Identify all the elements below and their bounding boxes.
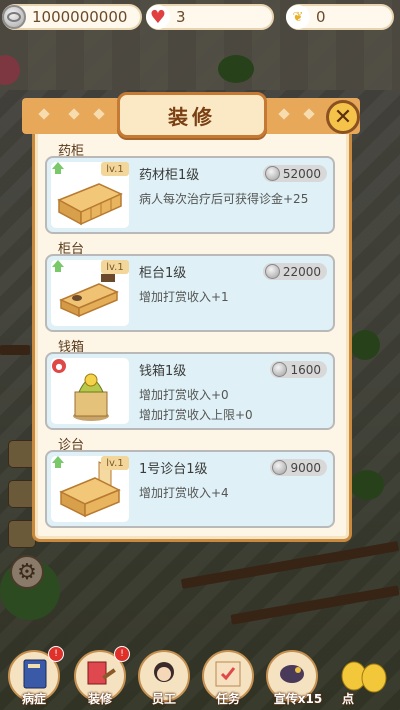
level-badge: lv.1 xyxy=(101,162,129,176)
item-name: 钱箱1级 xyxy=(139,364,187,379)
close-x-icon[interactable]: ✕ xyxy=(326,100,360,134)
silver-coin-icon xyxy=(264,264,280,279)
lock-icon: ● xyxy=(51,358,67,374)
upgrade-price[interactable]: 52000 xyxy=(262,165,327,182)
golden-leaf-icon: ❦ xyxy=(286,5,310,29)
price-value: 22000 xyxy=(282,264,321,279)
upgrade-arrow-icon xyxy=(52,456,64,468)
silver-coin-icon xyxy=(2,5,26,29)
item-name: 柜台1级 xyxy=(139,266,187,281)
leaf-counter: ❦ 0 xyxy=(286,4,394,30)
nav-label-dian: 点 xyxy=(341,692,354,706)
notification-badge: ! xyxy=(48,646,64,662)
silver-coin-icon xyxy=(272,460,288,475)
silver-coin-icon xyxy=(264,166,280,181)
heart-value: 3 xyxy=(176,8,186,26)
dialog-title: 装修 xyxy=(168,104,216,129)
item-description-2: 增加打赏收入上限+0 xyxy=(139,408,253,422)
item-description: 增加打赏收入+0 xyxy=(139,388,229,402)
price-value: 52000 xyxy=(282,166,321,181)
coin-counter: 1000000000 xyxy=(2,4,142,30)
dialog-title-plaque: 装修 xyxy=(117,92,267,138)
upgrade-card-counter[interactable]: lv.1 柜台1级 22000 增加打赏收入+1 xyxy=(45,254,335,332)
nav-label-yuangong: 员工 xyxy=(151,692,176,706)
nav-label-zhuangxiu: 装修 xyxy=(87,692,112,706)
nav-money-bag-icon[interactable] xyxy=(336,646,390,696)
heart-counter: ♥ 3 xyxy=(146,4,274,30)
silver-coin-icon xyxy=(272,362,288,377)
upgrade-card-money-box[interactable]: ● 钱箱1级 1600 增加打赏收入+0 增加打赏收入上限+0 xyxy=(45,352,335,430)
upgrade-card-medicine-cabinet[interactable]: lv.1 药材柜1级 52000 病人每次治疗后可获得诊金+25 xyxy=(45,156,335,234)
item-name: 药材柜1级 xyxy=(139,168,200,183)
nav-label-bingzheng: 病症 xyxy=(21,692,46,706)
item-description: 增加打赏收入+1 xyxy=(139,290,229,304)
nav-label-xuanchuan: 宣传x15 xyxy=(273,692,323,706)
upgrade-price[interactable]: 9000 xyxy=(270,459,327,476)
item-description: 增加打赏收入+4 xyxy=(139,486,229,500)
decoration-list[interactable]: 药柜 lv.1 药材柜1级 52000 病人每次治疗后可获得诊金+25 柜台 l… xyxy=(40,138,344,534)
level-badge: lv.1 xyxy=(101,260,129,274)
level-badge: lv.1 xyxy=(101,456,129,470)
leaf-value: 0 xyxy=(316,8,326,26)
item-description: 病人每次治疗后可获得诊金+25 xyxy=(139,192,309,206)
upgrade-card-consult-table[interactable]: lv.1 1号诊台1级 9000 增加打赏收入+4 xyxy=(45,450,335,528)
item-name: 1号诊台1级 xyxy=(139,462,208,477)
nav-label-renwu: 任务 xyxy=(215,692,240,706)
upgrade-price[interactable]: 22000 xyxy=(262,263,327,280)
upgrade-price[interactable]: 1600 xyxy=(270,361,327,378)
coin-value: 1000000000 xyxy=(32,8,128,26)
settings-gear-icon[interactable]: ⚙ xyxy=(10,555,44,589)
price-value: 1600 xyxy=(290,362,321,377)
price-value: 9000 xyxy=(290,460,321,475)
upgrade-arrow-icon xyxy=(52,162,64,174)
heart-icon: ♥ xyxy=(146,5,170,29)
notification-badge: ! xyxy=(114,646,130,662)
upgrade-arrow-icon xyxy=(52,260,64,272)
